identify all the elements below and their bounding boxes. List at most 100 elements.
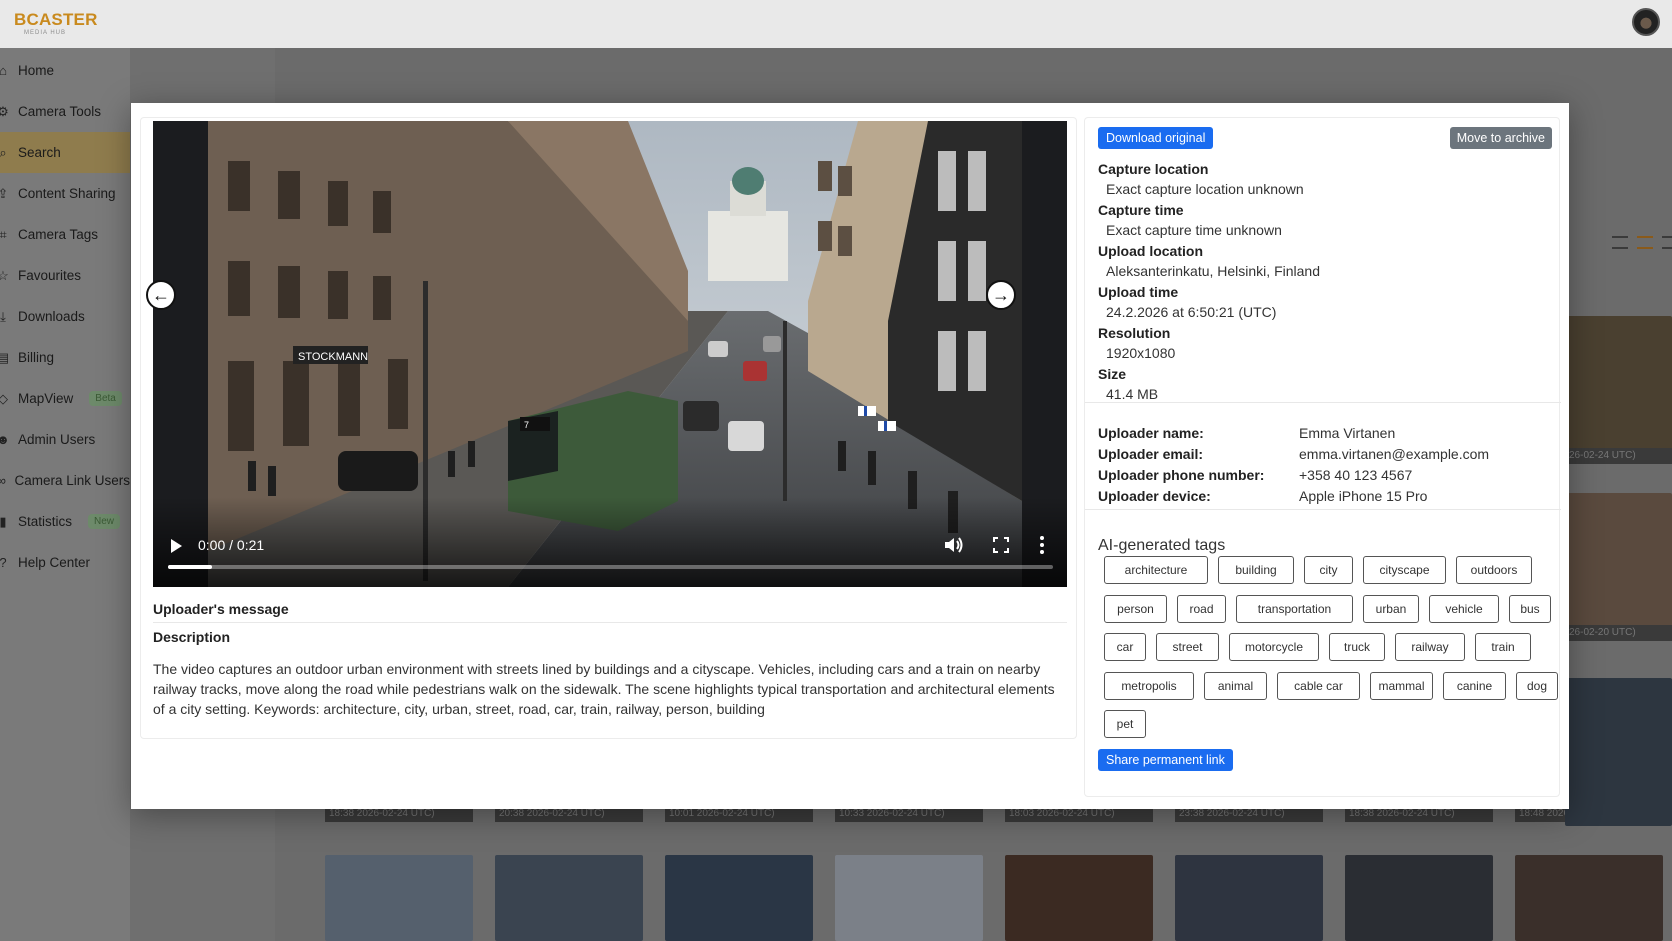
thumbnail[interactable] — [1565, 316, 1672, 464]
users-icon: ☻ — [0, 431, 10, 447]
app-logo[interactable]: BCASTER — [14, 10, 98, 30]
arrow-left-icon: ← — [152, 284, 170, 305]
media-detail-modal: STOCKMANN 7 0:00 / 0:21 ← → Uploader's m… — [131, 103, 1569, 809]
sidebar-item-content-sharing[interactable]: ⇪ Content Sharing — [0, 173, 130, 214]
fullscreen-icon[interactable] — [993, 537, 1009, 553]
uploader-label: Uploader phone number: — [1098, 467, 1265, 483]
list-view-icon[interactable] — [1612, 236, 1628, 249]
thumbnail-caption: 26-02-20 UTC) — [1565, 625, 1672, 641]
thumbnail[interactable] — [665, 855, 813, 941]
tag-chip[interactable]: canine — [1443, 671, 1506, 700]
sidebar-item-downloads[interactable]: ⤓ Downloads — [0, 296, 130, 337]
divider — [1085, 509, 1561, 510]
tag-chip[interactable]: cityscape — [1363, 556, 1446, 584]
sidebar-item-label: Admin Users — [18, 432, 96, 447]
top-bar: BCASTER MEDIA HUB — [0, 0, 1672, 48]
play-icon[interactable] — [171, 539, 182, 553]
grid-view-icon[interactable] — [1637, 236, 1653, 249]
map-icon: ◇ — [0, 390, 8, 406]
sidebar-item-label: Content Sharing — [18, 186, 116, 201]
sidebar-item-camera-link-users[interactable]: ∞ Camera Link Users — [0, 460, 130, 501]
sidebar-item-label: Help Center — [18, 555, 91, 570]
meta-label: Capture location — [1098, 161, 1209, 177]
tag-chip[interactable]: urban — [1363, 594, 1419, 623]
tag-chip[interactable]: pet — [1104, 710, 1146, 738]
uploader-message-title: Uploader's message — [153, 601, 289, 617]
tag-chip[interactable]: road — [1177, 594, 1226, 623]
tag-chip[interactable]: dog — [1516, 671, 1558, 700]
tag-chip[interactable]: cable car — [1277, 671, 1360, 700]
thumbnail[interactable] — [1565, 678, 1672, 826]
thumbnail-caption: 26-02-24 UTC) — [1565, 448, 1672, 464]
tag-chip[interactable]: vehicle — [1429, 594, 1499, 623]
sidebar-item-mapview[interactable]: ◇ MapView Beta — [0, 378, 130, 419]
uploader-value: Apple iPhone 15 Pro — [1299, 488, 1428, 504]
thumbnail[interactable] — [1565, 493, 1672, 641]
sidebar-item-billing[interactable]: ▤ Billing — [0, 337, 130, 378]
tag-chip[interactable]: metropolis — [1104, 671, 1194, 700]
tag-chip[interactable]: animal — [1204, 671, 1267, 700]
uploader-label: Uploader email: — [1098, 446, 1204, 462]
sidebar-item-search[interactable]: ⌕ Search — [0, 132, 130, 173]
tag-chip[interactable]: railway — [1395, 633, 1465, 661]
sidebar-item-label: Camera Link Users — [14, 473, 130, 488]
meta-value: 1920x1080 — [1106, 345, 1176, 361]
avatar[interactable] — [1632, 8, 1660, 36]
meta-value: Exact capture time unknown — [1106, 222, 1282, 238]
sidebar-item-home[interactable]: ⌂ Home — [0, 50, 130, 91]
sidebar-item-camera-tools[interactable]: ⚙ Camera Tools — [0, 91, 130, 132]
sidebar-item-label: Camera Tools — [18, 104, 102, 119]
next-media-button[interactable]: → — [986, 280, 1016, 310]
video-player[interactable]: STOCKMANN 7 0:00 / 0:21 — [153, 121, 1067, 587]
more-options-icon[interactable] — [1039, 535, 1045, 555]
meta-label: Upload time — [1098, 284, 1179, 300]
uploader-label: Uploader device: — [1098, 488, 1211, 504]
sidebar-item-admin-users[interactable]: ☻ Admin Users — [0, 419, 130, 460]
video-progress-fill — [168, 565, 213, 569]
meta-label: Capture time — [1098, 202, 1184, 218]
sidebar-item-label: Camera Tags — [18, 227, 99, 242]
thumbnail[interactable] — [1515, 855, 1663, 941]
sidebar-item-help-center[interactable]: ? Help Center — [0, 542, 130, 583]
tag-chip[interactable]: city — [1304, 556, 1353, 584]
video-progress-bar[interactable] — [168, 565, 1053, 569]
tag-chip[interactable]: train — [1475, 633, 1531, 661]
divider — [1085, 402, 1561, 403]
download-original-button[interactable]: Download original — [1098, 127, 1214, 149]
sidebar-item-camera-tags[interactable]: ⌗ Camera Tags — [0, 214, 130, 255]
tag-chip[interactable]: car — [1104, 633, 1146, 661]
tag-chip[interactable]: truck — [1329, 633, 1385, 661]
tag-chip[interactable]: street — [1156, 633, 1219, 661]
meta-value: 24.2.2026 at 6:50:21 (UTC) — [1106, 304, 1277, 320]
share-icon: ⇪ — [0, 185, 9, 201]
move-to-archive-button[interactable]: Move to archive — [1449, 127, 1552, 149]
meta-label: Upload location — [1098, 243, 1203, 259]
tag-chip[interactable]: mammal — [1370, 671, 1433, 700]
tag-chip[interactable]: transportation — [1236, 594, 1353, 623]
tag-chip[interactable]: bus — [1509, 594, 1551, 623]
sidebar-item-statistics[interactable]: ▮ Statistics New — [0, 501, 130, 542]
volume-icon[interactable] — [943, 535, 965, 555]
thumbnail[interactable] — [1175, 855, 1323, 941]
tag-chip[interactable]: building — [1218, 556, 1294, 584]
thumbnail[interactable] — [325, 855, 473, 941]
thumbnail[interactable] — [495, 855, 643, 941]
previous-media-button[interactable]: ← — [146, 280, 176, 310]
thumbnail[interactable] — [1345, 855, 1493, 941]
compact-view-icon[interactable] — [1662, 236, 1672, 249]
tag-chip[interactable]: person — [1104, 594, 1167, 623]
arrow-right-icon: → — [992, 284, 1010, 305]
share-permanent-link-button[interactable]: Share permanent link — [1098, 749, 1233, 771]
tag-chip[interactable]: outdoors — [1456, 556, 1532, 584]
tag-chip[interactable]: architecture — [1104, 556, 1208, 584]
thumbnail[interactable] — [1005, 855, 1153, 941]
uploader-value: +358 40 123 4567 — [1299, 467, 1413, 483]
details-panel: Download original Move to archive Captur… — [1084, 117, 1561, 797]
description-title: Description — [153, 629, 231, 645]
thumbnail[interactable] — [835, 855, 983, 941]
link-icon: ∞ — [0, 472, 6, 488]
sidebar-item-label: Downloads — [18, 309, 85, 324]
sidebar-item-favourites[interactable]: ☆ Favourites — [0, 255, 130, 296]
tag-chip[interactable]: motorcycle — [1229, 633, 1319, 661]
sidebar-badge: Beta — [89, 391, 122, 406]
